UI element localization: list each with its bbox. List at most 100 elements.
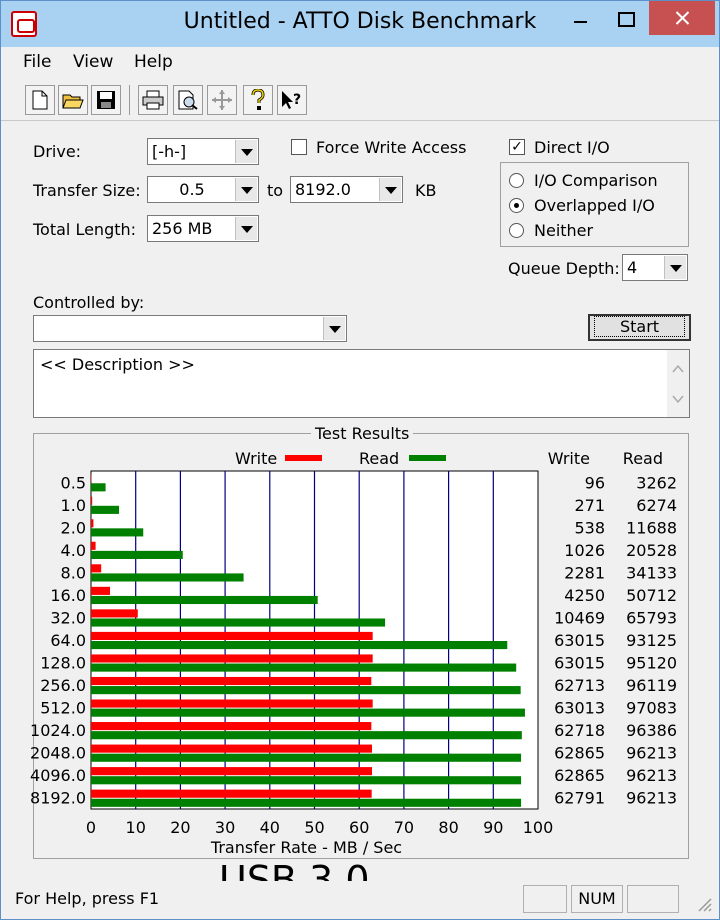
x-tick-label: 60 [349, 818, 369, 837]
category-label: 8.0 [61, 563, 86, 582]
status-pane-num: NUM [571, 885, 623, 913]
write-bar [91, 789, 372, 798]
read-value: 3262 [636, 473, 677, 492]
category-label: 1024.0 [30, 721, 86, 740]
read-bar [91, 528, 144, 537]
category-label: 128.0 [40, 654, 86, 673]
read-bar [91, 663, 517, 672]
x-tick-label: 50 [304, 818, 324, 837]
x-tick-label: 90 [483, 818, 503, 837]
category-label: 64.0 [50, 631, 86, 650]
read-value: 20528 [626, 541, 677, 560]
category-label: 4096.0 [30, 766, 86, 785]
read-bar [91, 573, 244, 582]
read-value: 96213 [626, 766, 677, 785]
legend-write-swatch [285, 455, 322, 461]
x-tick-label: 70 [394, 818, 414, 837]
write-bar [91, 519, 94, 528]
write-value: 2281 [564, 563, 605, 582]
category-label: 2.0 [61, 518, 86, 537]
read-value: 11688 [626, 518, 677, 537]
write-value: 96 [585, 473, 605, 492]
read-value: 96386 [626, 721, 677, 740]
category-label: 8192.0 [30, 789, 86, 808]
write-value: 62713 [554, 676, 605, 695]
read-value: 65793 [626, 608, 677, 627]
read-value: 96213 [626, 789, 677, 808]
category-label: 16.0 [50, 586, 86, 605]
write-value: 4250 [564, 586, 605, 605]
legend-read-swatch [409, 455, 446, 461]
x-tick-label: 40 [260, 818, 280, 837]
category-label: 2048.0 [30, 744, 86, 763]
read-bar [91, 483, 106, 492]
write-bar [91, 631, 373, 640]
write-value: 10469 [554, 608, 605, 627]
read-bar [91, 641, 508, 650]
write-bar [91, 654, 373, 663]
category-label: 512.0 [40, 699, 86, 718]
write-bar [91, 609, 138, 618]
read-value: 34133 [626, 563, 677, 582]
read-value: 93125 [626, 631, 677, 650]
read-value: 96213 [626, 744, 677, 763]
read-value: 96119 [626, 676, 677, 695]
x-tick-label: 0 [86, 818, 96, 837]
x-tick-label: 20 [170, 818, 190, 837]
x-tick-label: 10 [126, 818, 146, 837]
write-value: 62791 [554, 789, 605, 808]
read-bar [91, 753, 522, 762]
read-value: 95120 [626, 654, 677, 673]
write-bar [91, 722, 372, 731]
status-help-text: For Help, press F1 [15, 889, 160, 908]
write-value: 271 [574, 496, 605, 515]
x-tick-label: 80 [438, 818, 458, 837]
write-bar [91, 586, 110, 595]
x-axis-label: Transfer Rate - MB / Sec [210, 838, 402, 857]
status-pane-scroll [627, 885, 679, 913]
read-value: 50712 [626, 586, 677, 605]
app-window: Untitled - ATTO Disk Benchmark File View… [0, 0, 720, 920]
read-bar [91, 708, 525, 717]
category-label: 4.0 [61, 541, 86, 560]
write-value: 1026 [564, 541, 605, 560]
write-bar [91, 676, 372, 686]
read-bar [91, 505, 120, 514]
write-bar [91, 564, 102, 573]
read-bar [91, 618, 386, 627]
status-pane-caps [523, 885, 567, 913]
write-bar [91, 767, 373, 776]
write-bar [91, 699, 373, 708]
resize-grip-icon[interactable] [695, 895, 713, 913]
legend-read-label: Read [359, 449, 399, 468]
write-value: 63015 [554, 631, 605, 650]
status-bar: For Help, press F1 NUM [1, 881, 719, 919]
write-column-header: Write [548, 449, 590, 468]
write-value: 62718 [554, 721, 605, 740]
read-value: 6274 [636, 496, 677, 515]
category-label: 32.0 [50, 608, 86, 627]
read-bar [91, 595, 318, 605]
write-value: 62865 [554, 766, 605, 785]
read-bar [91, 798, 522, 807]
legend-write-label: Write [235, 449, 277, 468]
write-bar [91, 744, 373, 753]
category-label: 1.0 [61, 496, 86, 515]
read-bar [91, 686, 521, 695]
read-column-header: Read [623, 449, 663, 468]
category-label: 0.5 [61, 473, 86, 492]
write-value: 538 [574, 518, 605, 537]
read-value: 97083 [626, 699, 677, 718]
read-bar [91, 550, 183, 559]
read-bar [91, 776, 522, 785]
write-value: 63015 [554, 654, 605, 673]
category-label: 256.0 [40, 676, 86, 695]
x-tick-label: 30 [215, 818, 235, 837]
write-bar [91, 496, 93, 505]
write-value: 63013 [554, 699, 605, 718]
write-bar [91, 541, 96, 550]
write-value: 62865 [554, 744, 605, 763]
x-tick-label: 100 [523, 818, 554, 837]
results-chart: 0 10 20 30 40 50 60 70 80 90 100 Transfer Rate - MB… [30, 449, 677, 857]
read-bar [91, 731, 522, 740]
